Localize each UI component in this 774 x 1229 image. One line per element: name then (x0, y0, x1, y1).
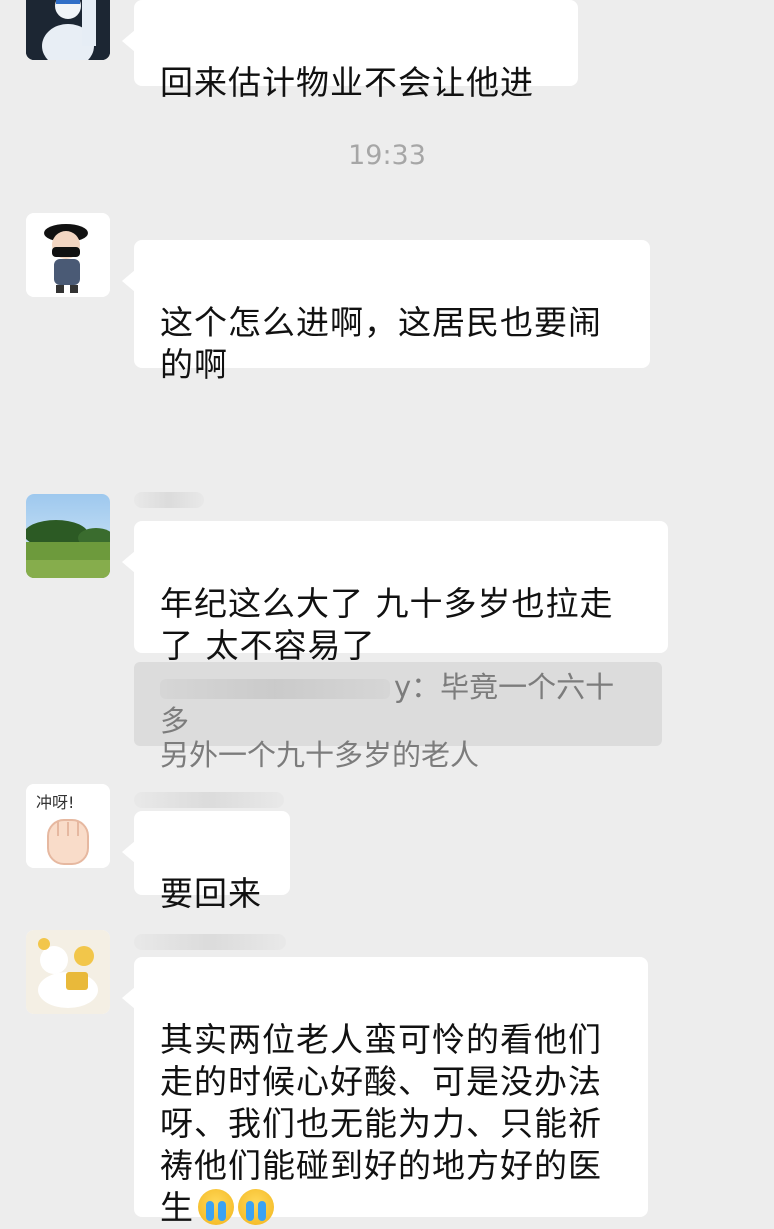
avatar[interactable]: 冲呀! (26, 784, 110, 868)
message-text: 回来估计物业不会让他进 (160, 63, 534, 102)
timestamp: 19:33 (348, 140, 426, 171)
quoted-sender-suffix: y： (394, 670, 441, 704)
message-bubble[interactable]: 回来估计物业不会让他进 (122, 0, 578, 102)
message-bubble[interactable]: 年纪这么大了 九十多岁也拉走 了 太不容易了 (122, 521, 668, 665)
message-bubble[interactable]: 这个怎么进啊，这居民也要闹 的啊 (122, 240, 650, 384)
avatar[interactable] (26, 213, 110, 297)
avatar[interactable] (26, 930, 110, 1014)
quoted-message[interactable]: y：毕竟一个六十多 另外一个九十多岁的老人 (134, 662, 662, 772)
sender-name-blurred (134, 934, 286, 950)
sticker-text: 冲呀! (36, 793, 74, 812)
message-text: 年纪这么大了 九十多岁也拉走 了 太不容易了 (160, 584, 614, 665)
message-bubble[interactable]: 其实两位老人蛮可怜的看他们 走的时候心好酸、可是没办法 呀、我们也无能为力、只能… (122, 957, 648, 1227)
sender-name-blurred (134, 792, 284, 808)
message-text: 这个怎么进啊，这居民也要闹 的啊 (160, 303, 602, 384)
message-bubble[interactable]: 要回来 (122, 811, 290, 913)
crying-face-emoji (198, 1189, 234, 1225)
avatar[interactable] (26, 494, 110, 578)
message-text: 要回来 (160, 874, 262, 913)
sender-name-blurred (134, 492, 204, 508)
quoted-sender-blurred (160, 679, 390, 699)
avatar[interactable] (26, 0, 110, 60)
crying-face-emoji (238, 1189, 274, 1225)
quoted-text-line2: 另外一个九十多岁的老人 (160, 738, 480, 772)
